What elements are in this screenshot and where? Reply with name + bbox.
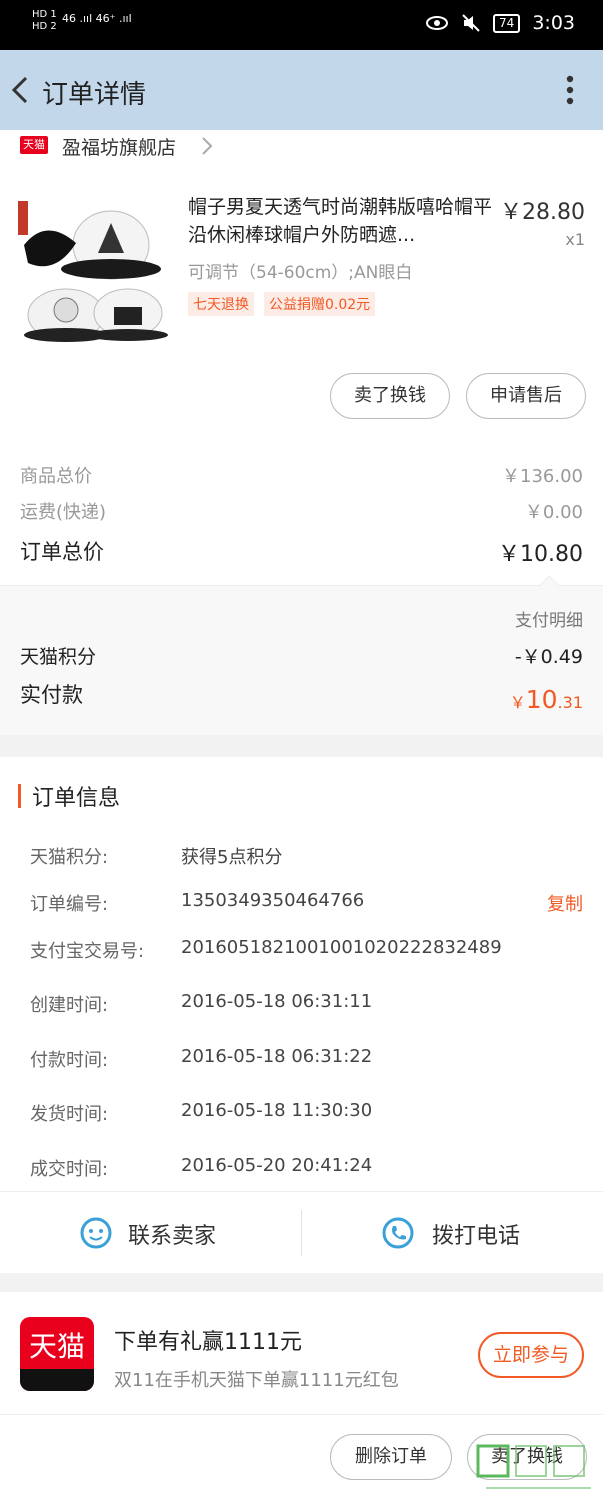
call-phone-button[interactable]: 拨打电话 <box>303 1192 603 1274</box>
nav-bar: 订单详情 <box>0 50 603 130</box>
payment-detail-box: 支付明细 天猫积分 -￥0.49 实付款 ￥10.31 <box>0 575 603 735</box>
order-info-card: 订单信息 天猫积分: 获得5点积分 订单编号: 1350349350464766… <box>0 757 603 1273</box>
paid-currency: ￥ <box>509 693 526 712</box>
info-key: 支付宝交易号: <box>30 941 145 962</box>
order-number: 1350349350464766 <box>181 890 365 911</box>
order-card: 天猫 盈福坊旗舰店 帽子男夏天透气时尚潮韩版嘻哈帽平沿休闲棒球帽户外防晒遮...… <box>0 130 603 735</box>
eye-icon <box>426 16 449 30</box>
paid-value: ￥10.31 <box>510 685 583 714</box>
promo-subtitle: 双11在手机天猫下单赢1111元红包 <box>114 1370 399 1391</box>
promo-divider <box>0 1414 603 1415</box>
status-right: 74 3:03 <box>425 12 575 34</box>
info-key: 创建时间: <box>30 995 109 1016</box>
tag-charity: 公益捐赠0.02元 <box>264 292 376 316</box>
join-now-button[interactable]: 立即参与 <box>478 1332 584 1378</box>
delete-order-button[interactable]: 删除订单 <box>330 1434 452 1480</box>
info-value: 2016-05-18 06:31:22 <box>181 1046 373 1067</box>
section-accent-bar <box>18 784 21 808</box>
tmall-badge: 天猫 <box>20 136 48 154</box>
info-key: 付款时间: <box>30 1050 109 1071</box>
action-divider <box>301 1210 302 1256</box>
paid-integer: 10 <box>525 685 558 714</box>
shipping-value: ￥0.00 <box>524 502 583 523</box>
page-title: 订单详情 <box>42 80 147 110</box>
copy-button[interactable]: 复制 <box>547 890 583 916</box>
info-value: 2016-05-20 20:41:24 <box>181 1155 373 1176</box>
order-total-label: 订单总价 <box>20 540 104 564</box>
after-sales-button[interactable]: 申请售后 <box>466 373 586 419</box>
tmall-logo: 天猫 <box>20 1317 94 1391</box>
shipping-label: 运费(快递) <box>20 502 107 523</box>
contact-seller-label: 联系卖家 <box>128 1224 217 1249</box>
info-value: 2016-05-18 06:31:11 <box>181 991 373 1012</box>
product-spec: 可调节（54-60cm）;AN眼白 <box>188 263 413 283</box>
hd2-label: HD 2 <box>32 21 57 32</box>
sell-for-cash-button[interactable]: 卖了换钱 <box>330 373 450 419</box>
info-key: 成交时间: <box>30 1159 109 1180</box>
mute-icon <box>462 14 480 32</box>
status-bar: HD 1 HD 2 46 .ııl 46⁺ .ııl 74 3:03 <box>0 0 603 50</box>
info-value: 2016-05-18 11:30:30 <box>181 1100 373 1121</box>
product-qty: x1 <box>565 230 585 249</box>
signal-icon: 46 .ııl 46⁺ .ııl <box>62 12 132 25</box>
hd-indicator: HD 1 HD 2 <box>32 9 57 33</box>
info-value: 获得5点积分 <box>181 847 283 868</box>
caret-up-icon <box>538 575 560 587</box>
info-value: 2016051821001001020222832489 <box>181 937 502 958</box>
clock: 3:03 <box>532 12 575 34</box>
tmall-logo-text: 天猫 <box>28 1330 85 1363</box>
contact-action-row: 联系卖家 拨打电话 <box>0 1191 603 1273</box>
product-tags: 七天退换 公益捐赠0.02元 <box>188 292 376 316</box>
watermark-logo <box>476 1444 591 1489</box>
contact-seller-button[interactable]: 联系卖家 <box>0 1192 300 1274</box>
chevron-right-icon <box>202 137 213 155</box>
phone-icon <box>382 1217 414 1249</box>
paid-label: 实付款 <box>20 683 83 707</box>
tmall-logo-face <box>20 1369 94 1391</box>
goods-total-value: ￥136.00 <box>502 466 583 487</box>
battery-icon: 74 <box>493 13 521 33</box>
more-vertical-icon[interactable] <box>565 74 575 106</box>
info-key: 发货时间: <box>30 1104 109 1125</box>
points-label: 天猫积分 <box>20 646 97 668</box>
product-price: ￥28.80 <box>500 200 585 225</box>
promo-card: 天猫 下单有礼赢1111元 双11在手机天猫下单赢1111元红包 立即参与 删除… <box>0 1292 603 1500</box>
info-key: 天猫积分: <box>30 847 109 868</box>
order-info-title: 订单信息 <box>32 786 121 811</box>
paid-decimal: .31 <box>557 693 583 712</box>
points-value: -￥0.49 <box>514 646 583 668</box>
order-total-value: ￥10.80 <box>498 542 583 567</box>
payment-detail-link[interactable]: 支付明细 <box>515 606 583 631</box>
back-arrow-icon[interactable] <box>10 74 34 106</box>
hd1-label: HD 1 <box>32 9 57 20</box>
store-name[interactable]: 盈福坊旗舰店 <box>62 133 176 160</box>
goods-total-label: 商品总价 <box>20 466 92 487</box>
tag-return: 七天退换 <box>188 292 254 316</box>
call-phone-label: 拨打电话 <box>432 1224 521 1249</box>
product-title[interactable]: 帽子男夏天透气时尚潮韩版嘻哈帽平沿休闲棒球帽户外防晒遮... <box>188 193 498 249</box>
chat-face-icon <box>80 1217 112 1249</box>
info-key: 订单编号: <box>30 894 109 915</box>
promo-title: 下单有礼赢1111元 <box>114 1330 302 1355</box>
store-row[interactable]: 天猫 盈福坊旗舰店 <box>0 130 603 162</box>
product-image[interactable] <box>16 195 170 345</box>
